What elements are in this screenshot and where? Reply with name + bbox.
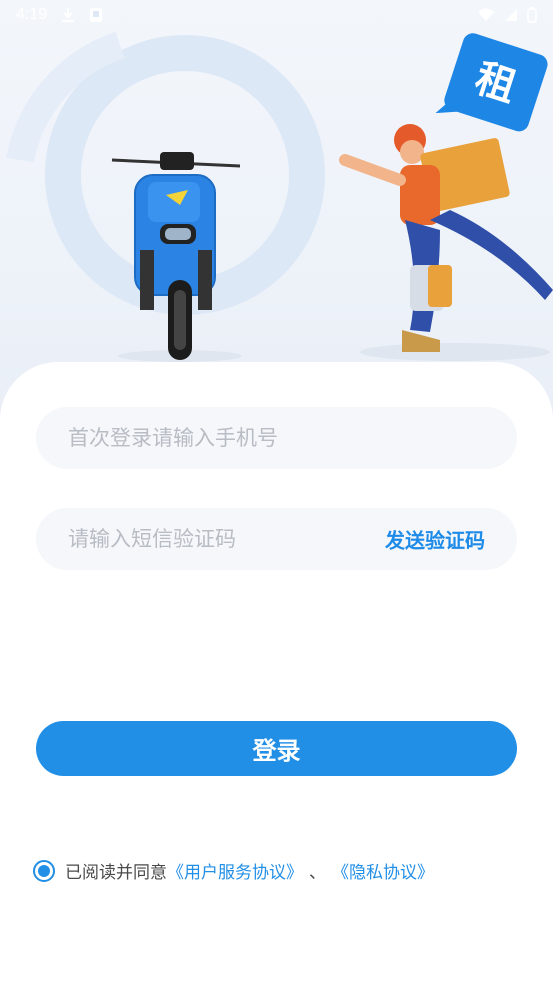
download-icon bbox=[62, 8, 75, 22]
courier-icon bbox=[339, 124, 553, 352]
scooter-icon bbox=[111, 152, 241, 360]
status-time: 4:19 bbox=[16, 6, 48, 23]
signal-icon bbox=[505, 9, 517, 21]
agreement-prefix: 已阅读并同意 bbox=[65, 863, 167, 883]
hero-illustration: 租 bbox=[6, 31, 553, 362]
phone-field[interactable] bbox=[36, 407, 517, 469]
user-agreement-link[interactable]: 《用户服务协议》 bbox=[167, 858, 303, 883]
agreement-row: 已阅读并同意 《用户服务协议》 、 《隐私协议》 bbox=[33, 858, 434, 883]
send-code-button[interactable]: 发送验证码 bbox=[385, 525, 485, 554]
notification-icon bbox=[90, 8, 103, 22]
rent-badge-icon: 租 bbox=[435, 33, 548, 132]
privacy-policy-link[interactable]: 《隐私协议》 bbox=[332, 858, 434, 883]
phone-input[interactable] bbox=[66, 425, 487, 451]
code-field[interactable]: 发送验证码 bbox=[36, 508, 517, 570]
status-bar: 4:19 bbox=[0, 0, 553, 30]
hero-banner: 租 4:19 bbox=[0, 0, 553, 420]
agreement-checkbox[interactable] bbox=[33, 859, 55, 882]
battery-icon bbox=[527, 7, 537, 23]
agreement-separator: 、 bbox=[309, 863, 326, 883]
login-button[interactable]: 登录 bbox=[36, 721, 517, 776]
courier-shadow bbox=[360, 343, 550, 361]
code-input[interactable] bbox=[66, 526, 360, 552]
wifi-icon bbox=[478, 8, 494, 21]
checkbox-dot-icon bbox=[38, 864, 50, 877]
